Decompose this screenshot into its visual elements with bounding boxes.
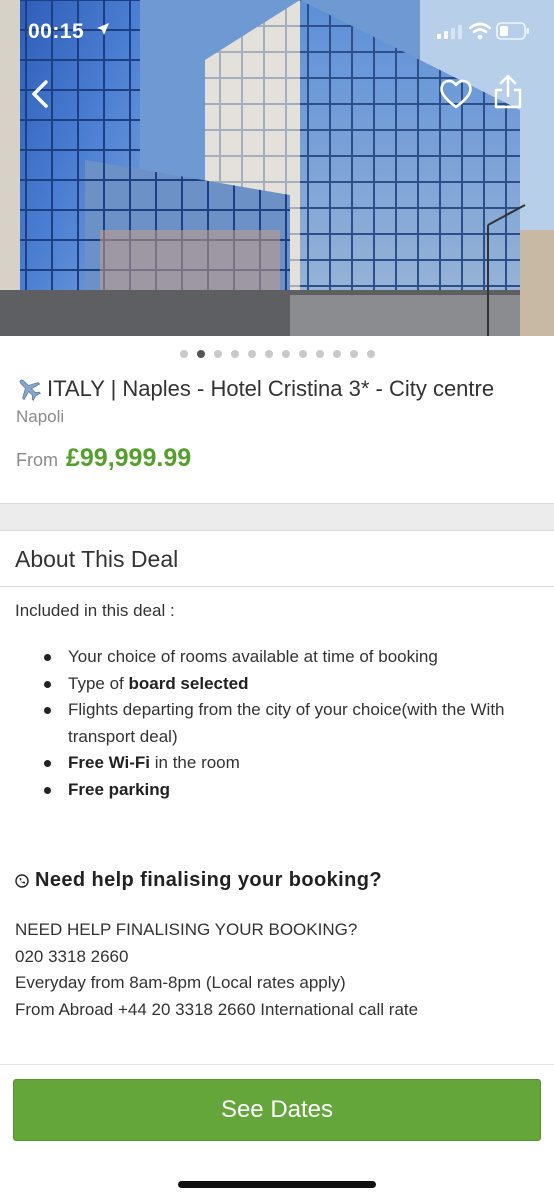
battery-icon <box>496 22 529 40</box>
gallery-dot[interactable] <box>332 350 341 358</box>
status-time: 00:15 <box>28 20 85 43</box>
see-dates-button[interactable]: See Dates <box>13 1079 541 1141</box>
included-intro: Included in this deal : <box>15 601 175 620</box>
feature-item: Flights departing from the city of your … <box>44 697 544 750</box>
gallery-dot[interactable] <box>264 350 273 358</box>
gallery-dot[interactable] <box>179 350 188 358</box>
help-line: From Abroad +44 20 3318 2660 Internation… <box>15 1000 419 1020</box>
status-bar: 00:15 <box>0 0 554 66</box>
deal-title-row: ITALY | Naples - Hotel Cristina 3* - Cit… <box>16 376 546 402</box>
help-text: NEED HELP FINALISING YOUR BOOKING? 020 3… <box>15 917 418 1024</box>
hotel-photo[interactable]: 00:15 <box>0 0 554 336</box>
wifi-icon <box>469 22 491 40</box>
gallery-dot[interactable] <box>213 350 222 358</box>
chevron-left-icon <box>32 80 48 108</box>
gallery-dot[interactable] <box>247 350 256 358</box>
price-value: £99,999.99 <box>66 444 192 472</box>
gallery-dot[interactable] <box>281 350 290 358</box>
back-button[interactable] <box>22 74 62 114</box>
airplane-icon <box>19 379 41 401</box>
cellular-signal-icon <box>437 25 462 39</box>
gallery-dot[interactable] <box>366 350 375 358</box>
divider <box>0 1064 554 1065</box>
section-separator <box>0 503 554 531</box>
gallery-pagination <box>0 350 554 362</box>
help-phone[interactable]: 020 3318 2660 <box>15 944 418 971</box>
gallery-dot[interactable] <box>349 350 358 358</box>
gallery-dot[interactable] <box>298 350 307 358</box>
price-from-label: From <box>16 450 58 470</box>
share-icon <box>494 74 522 109</box>
feature-item: Your choice of rooms available at time o… <box>44 644 544 671</box>
help-heading: Need help finalising your booking? <box>35 869 382 891</box>
favorite-button[interactable] <box>436 74 476 114</box>
gallery-dot[interactable] <box>230 350 239 358</box>
help-heading-row: Need help finalising your booking? <box>15 869 382 892</box>
share-button[interactable] <box>490 72 526 112</box>
about-heading: About This Deal <box>15 546 179 572</box>
help-line: Everyday from 8am-8pm (Local rates apply… <box>15 973 346 993</box>
divider <box>0 586 554 587</box>
help-line: NEED HELP FINALISING YOUR BOOKING? <box>15 920 358 939</box>
gallery-dot[interactable] <box>315 350 324 358</box>
feature-item: Free Wi-Fi in the room <box>44 750 544 777</box>
feature-item: Free parking <box>44 777 544 804</box>
phone-icon <box>15 873 29 888</box>
gallery-dot[interactable] <box>196 350 205 358</box>
location-arrow-icon <box>97 23 109 35</box>
price-row: From £99,999.99 <box>16 444 191 473</box>
heart-icon <box>440 79 472 109</box>
feature-list: Your choice of rooms available at time o… <box>44 644 544 803</box>
home-indicator[interactable] <box>178 1181 376 1188</box>
deal-city: Napoli <box>16 407 65 426</box>
deal-title: ITALY | Naples - Hotel Cristina 3* - Cit… <box>47 376 495 401</box>
feature-item: Type of board selected <box>44 671 544 698</box>
